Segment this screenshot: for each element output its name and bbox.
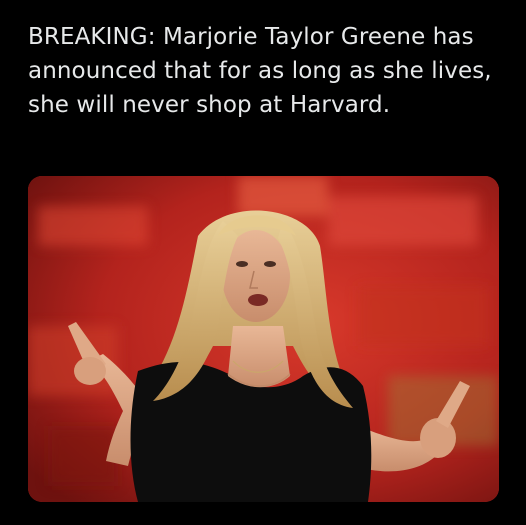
post-photo[interactable] <box>28 176 499 502</box>
neck <box>228 326 290 388</box>
mouth <box>248 294 268 306</box>
post-text: BREAKING: Marjorie Taylor Greene has ann… <box>28 24 492 118</box>
post-card: BREAKING: Marjorie Taylor Greene has ann… <box>0 0 526 525</box>
photo-illustration <box>28 176 499 502</box>
